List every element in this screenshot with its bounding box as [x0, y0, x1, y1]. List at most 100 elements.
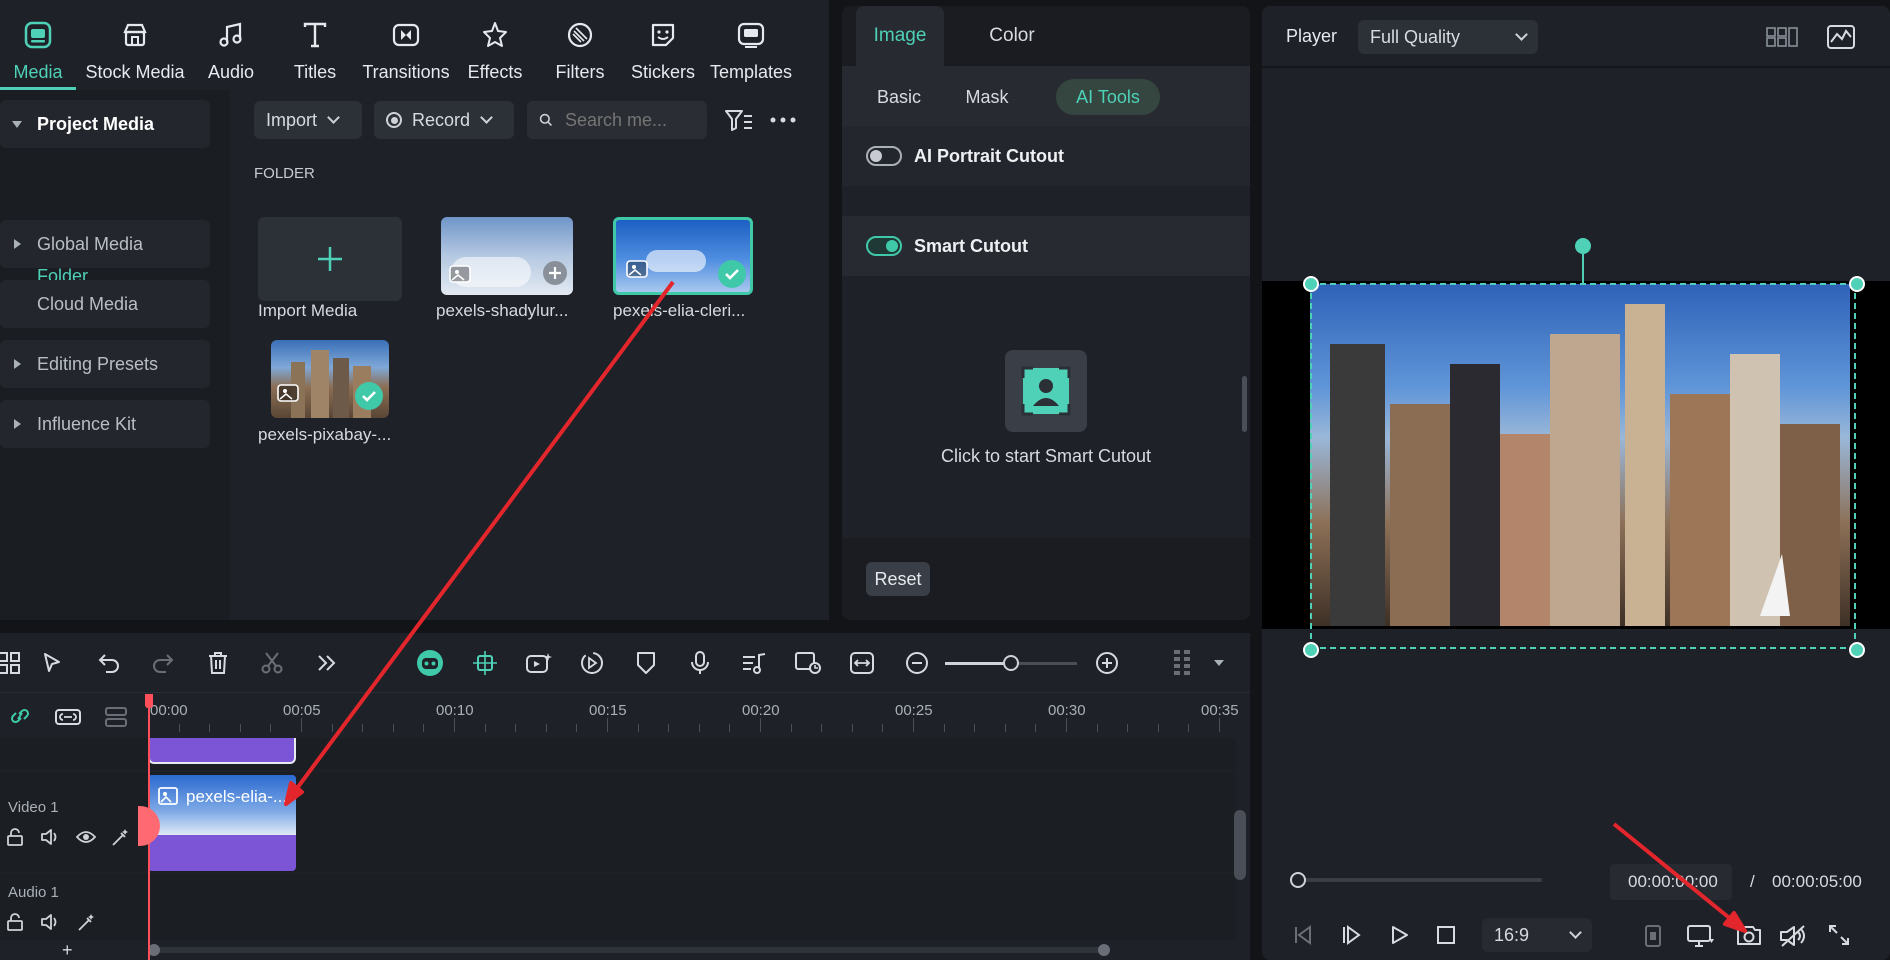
toolbar-titles[interactable]: Titles: [280, 0, 350, 90]
overlay-clip[interactable]: [148, 738, 296, 764]
sidebar-item-cloud-media[interactable]: Cloud Media: [0, 280, 210, 328]
timeline-horizontal-scrollbar[interactable]: [148, 947, 1108, 953]
rotate-handle[interactable]: [1575, 238, 1591, 254]
toolbar-media[interactable]: Media: [0, 0, 76, 90]
speed-ramp-icon[interactable]: [577, 648, 607, 678]
playback-progress-track[interactable]: [1294, 878, 1542, 882]
undo-icon[interactable]: [94, 648, 124, 678]
toolbar-label: Stickers: [630, 62, 695, 82]
more-options-icon[interactable]: [770, 117, 796, 123]
eye-visibility-icon[interactable]: [76, 829, 96, 845]
smart-cutout-start-button[interactable]: [1005, 350, 1087, 432]
ai-portrait-toggle[interactable]: [866, 146, 902, 166]
ai-assistant-icon[interactable]: [415, 648, 445, 678]
resize-handle-top-left[interactable]: [1303, 276, 1319, 292]
search-input[interactable]: [565, 109, 695, 131]
sidebar-item-editing-presets[interactable]: Editing Presets: [0, 340, 210, 388]
display-settings-icon[interactable]: [1686, 924, 1716, 948]
add-plus-icon[interactable]: [543, 261, 567, 285]
caret-down-icon[interactable]: [1214, 660, 1224, 666]
smart-cutout-toggle[interactable]: [866, 236, 902, 256]
sidebar-item-influence-kit[interactable]: Influence Kit: [0, 400, 210, 448]
aspect-ratio-dropdown[interactable]: 16:9: [1482, 918, 1592, 952]
media-thumbnail[interactable]: [271, 340, 389, 418]
ruler-tick: [882, 724, 884, 732]
lock-track-icon[interactable]: [6, 913, 24, 931]
playback-progress-thumb[interactable]: [1290, 872, 1306, 888]
toolbar-templates[interactable]: Templates: [706, 0, 796, 90]
current-time: 00:00:00:00: [1628, 872, 1718, 891]
mute-preview-icon[interactable]: [1778, 924, 1808, 948]
portrait-mode-icon[interactable]: [1644, 924, 1662, 948]
zoom-in-icon[interactable]: [1092, 648, 1122, 678]
mask-shield-icon[interactable]: [631, 648, 661, 678]
resize-handle-bottom-left[interactable]: [1303, 642, 1319, 658]
layout-grid-icon[interactable]: [1766, 26, 1798, 48]
toolbar-effects[interactable]: Effects: [460, 0, 530, 90]
properties-scrollbar[interactable]: [1242, 376, 1247, 432]
split-scissors-icon[interactable]: [257, 648, 287, 678]
track-options-icon[interactable]: [1168, 648, 1198, 678]
magic-wand-icon[interactable]: [110, 828, 130, 848]
select-pointer-icon[interactable]: [38, 648, 68, 678]
media-thumbnail-selected[interactable]: [613, 217, 753, 295]
toolbar-stock-media[interactable]: Stock Media: [80, 0, 190, 90]
toolbar-filters[interactable]: Filters: [545, 0, 615, 90]
add-track-button[interactable]: +: [62, 940, 73, 960]
resize-handle-top-right[interactable]: [1849, 276, 1865, 292]
tab-color[interactable]: Color: [962, 6, 1062, 66]
redo-icon[interactable]: [148, 648, 178, 678]
subtab-ai-tools[interactable]: AI Tools: [1056, 79, 1160, 115]
import-dropdown[interactable]: Import: [254, 101, 362, 139]
fit-timeline-icon[interactable]: [847, 648, 877, 678]
fullscreen-icon[interactable]: [1828, 924, 1850, 946]
import-media-tile[interactable]: [258, 217, 402, 301]
subtab-mask[interactable]: Mask: [952, 79, 1022, 115]
quality-dropdown[interactable]: Full Quality: [1358, 20, 1538, 54]
track-align-icon[interactable]: [104, 706, 128, 728]
layout-grid-icon[interactable]: [0, 648, 24, 678]
transform-bounding-box[interactable]: [1310, 283, 1856, 649]
speaker-icon[interactable]: [40, 913, 60, 931]
next-frame-icon[interactable]: [1340, 924, 1362, 946]
record-voiceover-icon[interactable]: [685, 648, 715, 678]
play-icon[interactable]: [1388, 924, 1410, 946]
timeline-vertical-scrollbar[interactable]: [1234, 810, 1246, 880]
magic-wand-icon[interactable]: [76, 913, 96, 933]
scrollbar-handle-right[interactable]: [1098, 944, 1110, 956]
snap-magnet-icon[interactable]: [470, 648, 500, 678]
ai-video-icon[interactable]: [524, 648, 554, 678]
tab-image[interactable]: Image: [856, 6, 944, 66]
subtab-basic[interactable]: Basic: [864, 79, 934, 115]
record-dropdown[interactable]: Record: [374, 101, 514, 139]
search-box[interactable]: [527, 101, 707, 139]
link-chain-icon[interactable]: [8, 705, 32, 727]
resize-handle-bottom-right[interactable]: [1849, 642, 1865, 658]
group-link-icon[interactable]: [54, 706, 82, 728]
scopes-chart-icon[interactable]: [1826, 24, 1856, 50]
media-thumbnail[interactable]: [441, 217, 573, 295]
sidebar-item-project-media[interactable]: Project Media: [0, 100, 210, 148]
toolbar-audio[interactable]: Audio: [196, 0, 266, 90]
speaker-icon[interactable]: [40, 828, 60, 846]
video-clip[interactable]: pexels-elia-...: [148, 775, 296, 871]
zoom-out-icon[interactable]: [902, 648, 932, 678]
playhead-handle[interactable]: [145, 694, 153, 708]
auto-reframe-icon[interactable]: [793, 648, 823, 678]
delete-trash-icon[interactable]: [203, 648, 233, 678]
reset-button[interactable]: Reset: [866, 562, 930, 596]
lock-track-icon[interactable]: [6, 828, 24, 846]
zoom-slider-thumb[interactable]: [1003, 655, 1019, 671]
stop-icon[interactable]: [1436, 925, 1456, 945]
toolbar-transitions[interactable]: Transitions: [358, 0, 454, 90]
toggle-knob: [870, 150, 882, 162]
sidebar-item-global-media[interactable]: Global Media: [0, 220, 210, 268]
audio-beat-icon[interactable]: [739, 648, 769, 678]
ruler-tick-label: 00:20: [742, 702, 780, 719]
more-tools-chevron-icon[interactable]: [311, 648, 341, 678]
previous-frame-icon[interactable]: [1292, 924, 1314, 946]
snapshot-camera-icon[interactable]: [1736, 924, 1762, 946]
toolbar-stickers[interactable]: Stickers: [628, 0, 698, 90]
ruler-tick-label: 00:25: [895, 702, 933, 719]
filter-sort-icon[interactable]: [724, 108, 754, 134]
